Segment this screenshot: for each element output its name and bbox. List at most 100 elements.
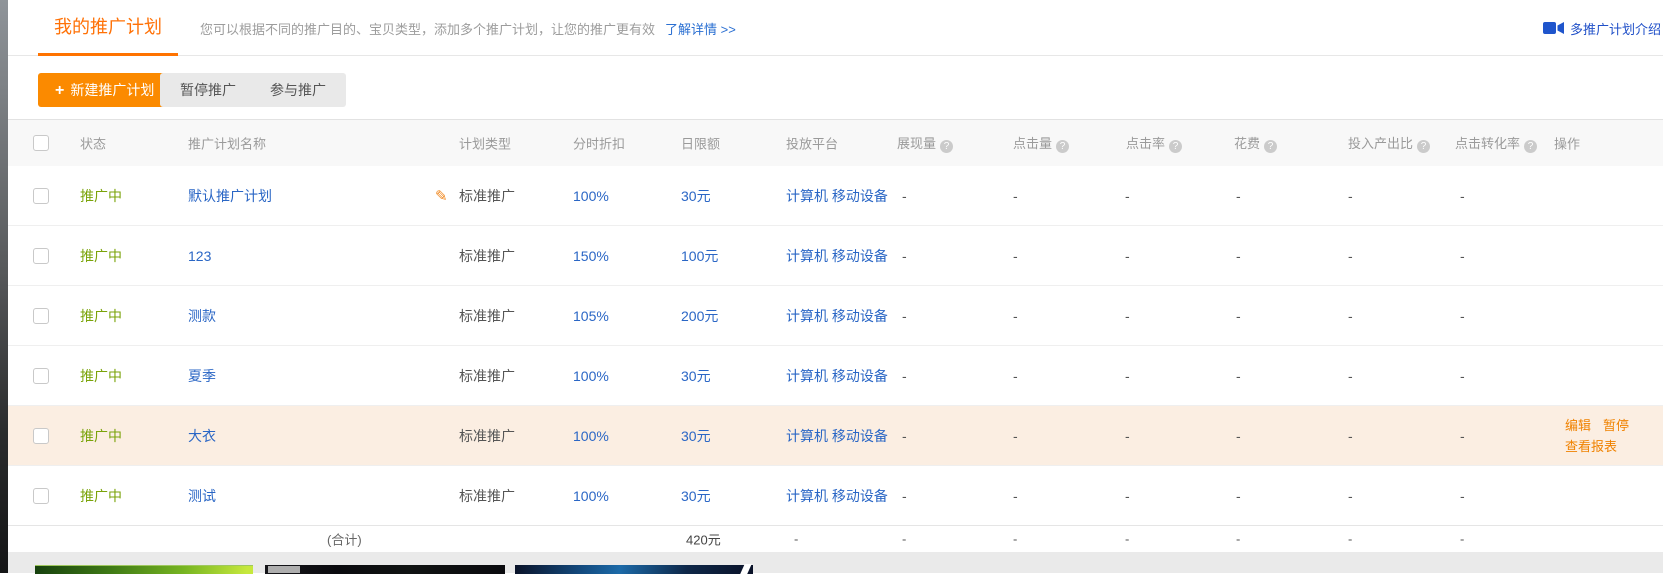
summary-daily-limit: 420元 [686, 530, 721, 549]
intro-link-label: 多推广计划介绍 [1570, 19, 1661, 38]
metric-ctr: - [1125, 368, 1130, 384]
time-discount-link[interactable]: 100% [573, 188, 609, 204]
table-row: 推广中测试标准推广100%30元计算机 移动设备------ [0, 465, 1663, 525]
daily-limit-link[interactable]: 30元 [681, 426, 711, 446]
metric-impressions: - [902, 368, 907, 384]
campaign-name-link[interactable]: 测款 [188, 306, 216, 326]
metric-clicks: - [1013, 248, 1018, 264]
metric-cvr: - [1460, 248, 1465, 264]
daily-limit-link[interactable]: 30元 [681, 366, 711, 386]
platform-links[interactable]: 计算机 移动设备 [786, 426, 888, 446]
daily-limit-link[interactable]: 30元 [681, 186, 711, 206]
pause-campaign-button[interactable]: 暂停推广 [160, 73, 256, 107]
help-icon[interactable]: ? [1524, 140, 1537, 153]
column-header-roi: 投入产出比? [1348, 133, 1430, 153]
table-row: 推广中默认推广计划✎标准推广100%30元计算机 移动设备------ [0, 166, 1663, 225]
platform-links[interactable]: 计算机 移动设备 [786, 486, 888, 506]
table-row: 推广中123标准推广150%100元计算机 移动设备------ [0, 225, 1663, 285]
daily-limit-link[interactable]: 30元 [681, 486, 711, 506]
campaign-status: 推广中 [80, 306, 122, 326]
time-discount-link[interactable]: 100% [573, 488, 609, 504]
campaign-name-link[interactable]: 测试 [188, 486, 216, 506]
time-discount-link[interactable]: 100% [573, 428, 609, 444]
metric-ctr: - [1125, 308, 1130, 324]
column-header-clicks: 点击量? [1013, 133, 1069, 153]
column-header-cvr: 点击转化率? [1455, 133, 1537, 153]
metric-clicks: - [1013, 188, 1018, 204]
campaign-type: 标准推广 [459, 426, 515, 446]
platform-links[interactable]: 计算机 移动设备 [786, 246, 888, 266]
summary-cost: - [1236, 532, 1240, 547]
metric-cvr: - [1460, 308, 1465, 324]
help-icon[interactable]: ? [1264, 140, 1277, 153]
campaign-name-link[interactable]: 大衣 [188, 426, 216, 446]
summary-impressions: - [902, 532, 906, 547]
campaign-type: 标准推广 [459, 306, 515, 326]
row-checkbox[interactable] [33, 188, 49, 204]
column-header-type: 计划类型 [459, 134, 511, 153]
tab-my-campaigns[interactable]: 我的推广计划 [38, 0, 178, 56]
thumbnail-chip [268, 566, 300, 573]
metric-impressions: - [902, 308, 907, 324]
metric-cvr: - [1460, 428, 1465, 444]
campaign-type: 标准推广 [459, 366, 515, 386]
column-header-actions: 操作 [1554, 134, 1580, 153]
metric-cvr: - [1460, 188, 1465, 204]
column-header-name: 推广计划名称 [188, 134, 266, 153]
help-icon[interactable]: ? [1417, 140, 1430, 153]
row-checkbox[interactable] [33, 488, 49, 504]
campaign-type: 标准推广 [459, 486, 515, 506]
table-row: 推广中大衣标准推广100%30元计算机 移动设备------编辑暂停查看报表 [0, 405, 1663, 465]
help-icon[interactable]: ? [1056, 140, 1069, 153]
summary-label: (合计) [327, 530, 362, 549]
action-link[interactable]: 查看报表 [1565, 439, 1617, 454]
select-all-checkbox[interactable] [33, 135, 49, 151]
metric-roi: - [1348, 308, 1353, 324]
platform-links[interactable]: 计算机 移动设备 [786, 366, 888, 386]
campaign-name-link[interactable]: 夏季 [188, 366, 216, 386]
help-icon[interactable]: ? [940, 140, 953, 153]
time-discount-link[interactable]: 105% [573, 308, 609, 324]
metric-cost: - [1236, 188, 1241, 204]
edit-name-pencil-icon[interactable]: ✎ [435, 187, 448, 205]
table-summary-row: (合计)420元------- [0, 525, 1663, 552]
campaign-name-link[interactable]: 123 [188, 248, 211, 264]
column-header-status: 状态 [80, 134, 106, 153]
metric-ctr: - [1125, 488, 1130, 504]
campaign-type: 标准推广 [459, 246, 515, 266]
time-discount-link[interactable]: 150% [573, 248, 609, 264]
join-campaign-button[interactable]: 参与推广 [250, 73, 346, 107]
tab-description: 您可以根据不同的推广目的、宝贝类型，添加多个推广计划，让您的推广更有效 [200, 19, 655, 38]
time-discount-link[interactable]: 100% [573, 368, 609, 384]
platform-links[interactable]: 计算机 移动设备 [786, 186, 888, 206]
new-campaign-label: 新建推广计划 [70, 82, 154, 98]
action-link[interactable]: 暂停 [1603, 418, 1629, 433]
action-link[interactable]: 编辑 [1565, 418, 1591, 433]
multi-campaign-intro-link[interactable]: 多推广计划介绍 [1543, 0, 1661, 56]
table-row: 推广中夏季标准推广100%30元计算机 移动设备------ [0, 345, 1663, 405]
daily-limit-link[interactable]: 200元 [681, 306, 718, 326]
new-campaign-button[interactable]: + 新建推广计划 [38, 73, 171, 107]
metric-clicks: - [1013, 428, 1018, 444]
learn-more-link[interactable]: 了解详情 >> [665, 19, 736, 38]
campaign-status: 推广中 [80, 246, 122, 266]
campaign-name-link[interactable]: 默认推广计划 [188, 186, 272, 206]
row-checkbox[interactable] [33, 248, 49, 264]
row-checkbox[interactable] [33, 428, 49, 444]
metric-ctr: - [1125, 248, 1130, 264]
metric-impressions: - [902, 188, 907, 204]
help-icon[interactable]: ? [1169, 140, 1182, 153]
table-header-row: 状态推广计划名称计划类型分时折扣日限额投放平台展现量?点击量?点击率?花费?投入… [0, 119, 1663, 166]
metric-clicks: - [1013, 308, 1018, 324]
tab-bar: 我的推广计划 您可以根据不同的推广目的、宝贝类型，添加多个推广计划，让您的推广更… [8, 0, 1663, 56]
plus-icon: + [55, 82, 64, 99]
daily-limit-link[interactable]: 100元 [681, 246, 718, 266]
row-actions: 编辑暂停查看报表 [1565, 415, 1629, 457]
metric-cost: - [1236, 368, 1241, 384]
campaign-type: 标准推广 [459, 186, 515, 206]
metric-cost: - [1236, 248, 1241, 264]
row-checkbox[interactable] [33, 368, 49, 384]
row-checkbox[interactable] [33, 308, 49, 324]
metric-roi: - [1348, 248, 1353, 264]
platform-links[interactable]: 计算机 移动设备 [786, 306, 888, 326]
